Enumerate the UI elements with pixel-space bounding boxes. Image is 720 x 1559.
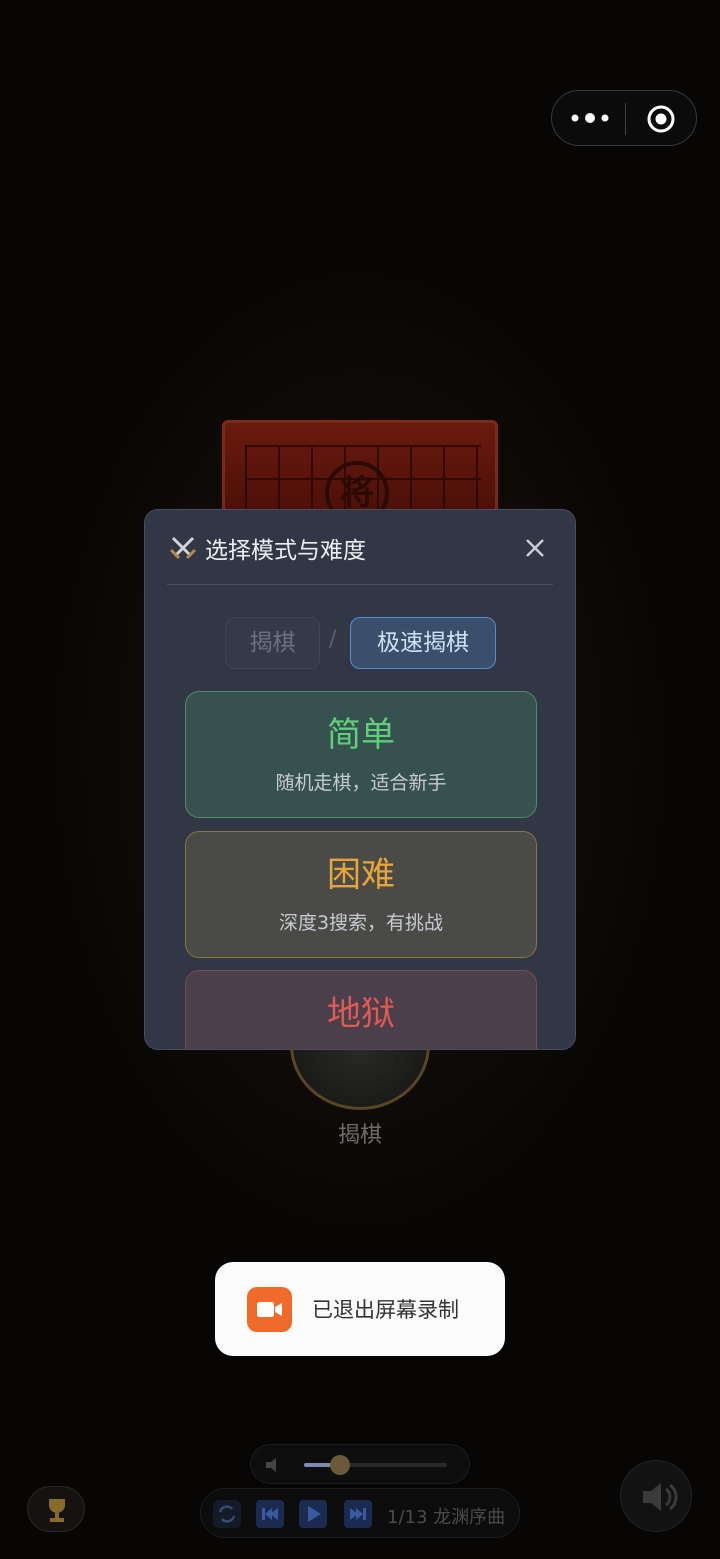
close-miniprogram-icon[interactable] <box>646 104 676 134</box>
miniprogram-capsule <box>551 90 697 146</box>
more-icon[interactable] <box>570 105 610 131</box>
close-icon[interactable] <box>523 536 547 560</box>
difficulty-desc: 深度3搜索，有挑战 <box>278 912 444 934</box>
capsule-divider <box>625 103 626 135</box>
screen-recording-toast: 已退出屏幕录制 <box>215 1262 505 1356</box>
chess-board-logo: 将 <box>222 420 498 520</box>
difficulty-title: 地狱 <box>327 994 395 1034</box>
mode-label: 揭棋 <box>337 1123 382 1148</box>
toast-text: 已退出屏幕录制 <box>312 1298 459 1322</box>
speaker-icon <box>643 1483 678 1511</box>
volume-control <box>250 1444 470 1484</box>
tab-jieqi[interactable]: 揭棋 <box>225 617 320 669</box>
play-icon[interactable] <box>299 1500 327 1528</box>
trophy-icon <box>49 1499 65 1522</box>
sound-toggle-button[interactable] <box>620 1460 692 1532</box>
difficulty-desc: 随机走棋，适合新手 <box>275 772 447 794</box>
previous-track-icon[interactable] <box>256 1500 284 1528</box>
difficulty-title: 简单 <box>327 715 395 755</box>
tab-fast-jieqi[interactable]: 极速揭棋 <box>350 617 496 669</box>
difficulty-hard-button[interactable]: 困难 深度3搜索，有挑战 <box>185 831 537 958</box>
video-camera-icon <box>247 1287 292 1332</box>
track-title: 1/13 龙渊序曲 <box>387 1507 506 1528</box>
crossed-swords-icon <box>169 536 197 560</box>
volume-slider-handle[interactable] <box>329 1455 350 1475</box>
music-player: 1/13 龙渊序曲 <box>200 1488 520 1538</box>
difficulty-title: 困难 <box>327 855 395 895</box>
difficulty-hell-button[interactable]: 地狱 <box>185 970 537 1049</box>
next-track-icon[interactable] <box>344 1500 372 1528</box>
speaker-icon <box>266 1458 276 1472</box>
difficulty-easy-button[interactable]: 简单 随机走棋，适合新手 <box>185 691 537 818</box>
leaderboard-button[interactable] <box>27 1486 85 1532</box>
dialog-title: 选择模式与难度 <box>205 538 366 564</box>
mode-difficulty-dialog: 选择模式与难度 揭棋 / 极速揭棋 简单 随机走棋，适合新手 困难 深度3搜索，… <box>144 509 576 1050</box>
tab-separator: / <box>329 627 337 652</box>
dialog-divider <box>167 584 553 585</box>
repeat-icon[interactable] <box>213 1500 241 1528</box>
dialog-header: 选择模式与难度 <box>169 532 366 564</box>
